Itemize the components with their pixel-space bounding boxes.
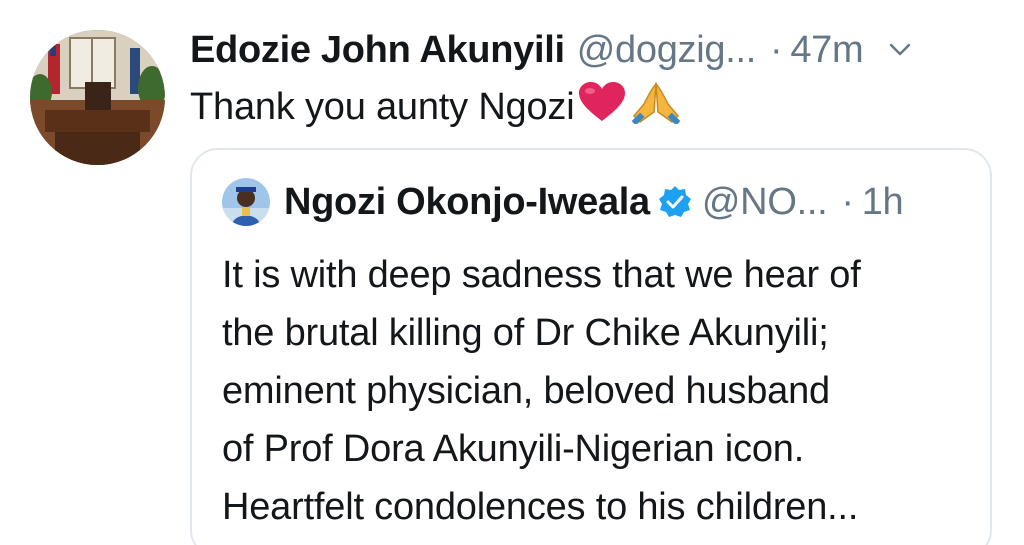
quoted-author-name[interactable]: Ngozi Okonjo-Iweala [284,181,650,224]
quoted-tweet-text: It is with deep sadness that we hear of … [222,246,982,536]
quoted-tweet-header: Ngozi Okonjo-Iweala @NO... · 1h [222,174,904,230]
tweet-header: Edozie John Akunyili @dogzig... · 47m [190,24,1000,76]
quoted-author-handle[interactable]: @NO... [702,181,828,224]
quoted-tweet-time[interactable]: 1h [862,181,904,224]
author-avatar[interactable] [30,30,165,165]
tweet-text-content: Thank you aunty Ngozi [190,85,575,128]
quoted-tweet[interactable]: Ngozi Okonjo-Iweala @NO... · 1h It is wi… [190,148,992,545]
quoted-text-line: of Prof Dora Akunyili-Nigerian icon. [222,428,805,470]
quoted-text-line: eminent physician, beloved husband [222,370,830,412]
quoted-text-line: the brutal killing of Dr Chike Akunyili; [222,312,829,354]
chevron-down-icon[interactable] [889,43,911,57]
author-name[interactable]: Edozie John Akunyili [190,29,565,72]
author-handle[interactable]: @dogzig... [577,29,757,72]
tweet-time[interactable]: 47m [790,29,863,72]
quoted-text-line: Heartfelt condolences to his children... [222,486,859,528]
separator-dot: · [769,28,783,71]
tweet-text: Thank you aunty Ngozi [190,80,682,134]
tweet[interactable]: Edozie John Akunyili @dogzig... · 47m Th… [0,0,1024,545]
quoted-text-line: It is with deep sadness that we hear of [222,254,861,296]
folded-hands-icon [630,80,682,134]
red-heart-icon [578,81,626,133]
verified-badge-icon [658,186,691,217]
separator-dot: · [841,180,854,223]
quoted-author-avatar[interactable] [222,178,270,226]
